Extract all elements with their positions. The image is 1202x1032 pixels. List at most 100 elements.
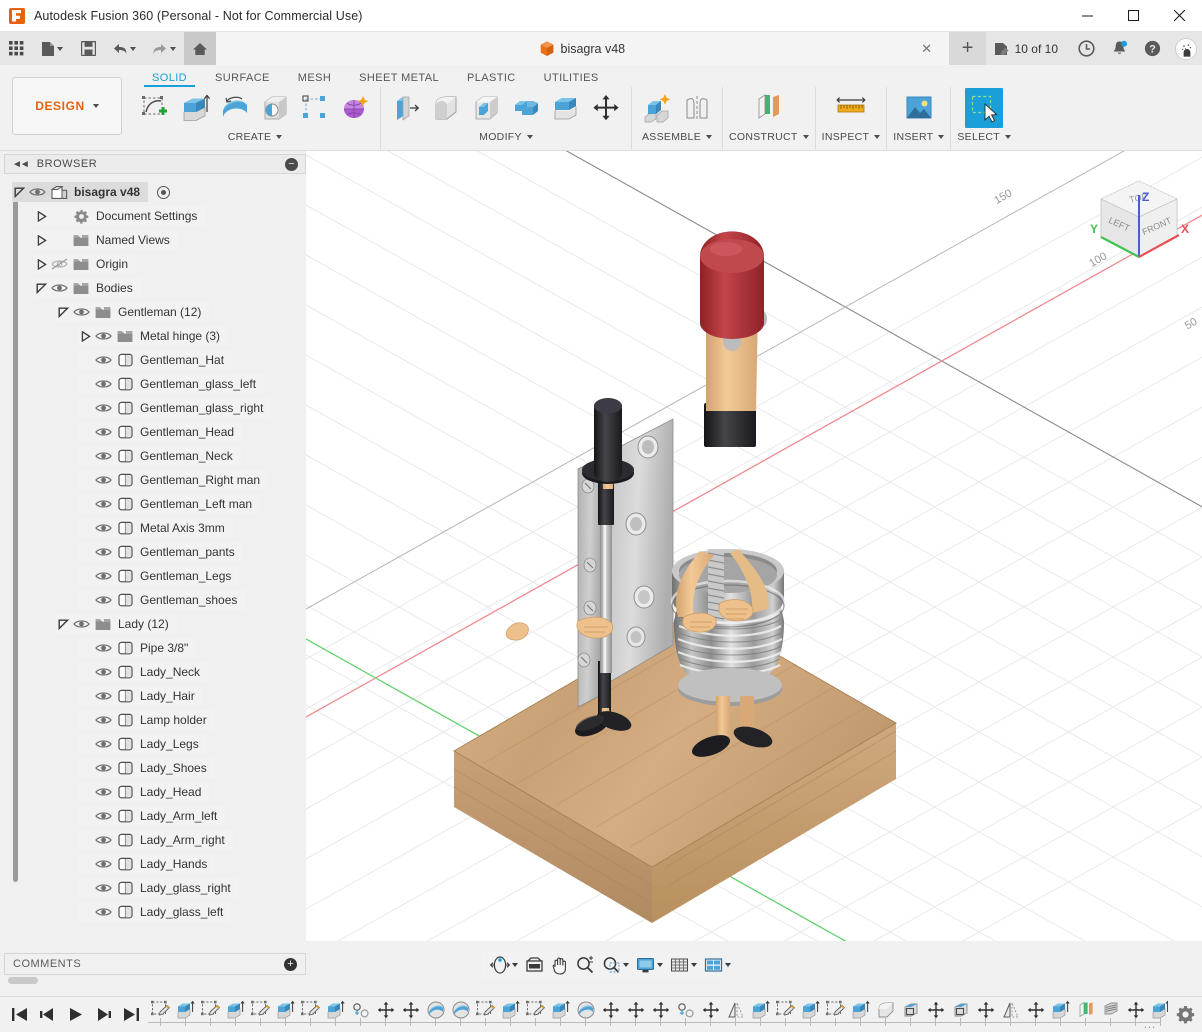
step-back-icon[interactable] (34, 1002, 60, 1028)
joint-icon[interactable] (678, 88, 716, 128)
tree-node-lady-glass-left[interactable]: Lady_glass_left (4, 900, 306, 924)
revolve-icon[interactable] (216, 88, 254, 128)
pan-hand-icon[interactable] (548, 953, 572, 977)
tree-node-lady-legs[interactable]: Lady_Legs (4, 732, 306, 756)
tree-node-lady-hands[interactable]: Lady_Hands (4, 852, 306, 876)
new-tab-button[interactable]: + (950, 32, 986, 65)
tree-node-lady-12[interactable]: Lady (12) (4, 612, 306, 636)
rectangular-pattern-icon[interactable] (296, 88, 334, 128)
select-window-icon[interactable] (965, 88, 1003, 128)
tab-surface[interactable]: SURFACE (201, 72, 284, 87)
tree-node-gentleman-left-man[interactable]: Gentleman_Left man (4, 492, 306, 516)
home-icon[interactable] (184, 32, 216, 65)
hole-icon[interactable] (256, 88, 294, 128)
tree-node-gentleman-12[interactable]: Gentleman (12) (4, 300, 306, 324)
go-to-beginning-icon[interactable] (6, 1002, 32, 1028)
tree-node-metal-hinge-3[interactable]: Metal hinge (3) (4, 324, 306, 348)
tree-node-lady-arm-left[interactable]: Lady_Arm_left (4, 804, 306, 828)
close-button[interactable] (1156, 0, 1202, 32)
move-copy-icon[interactable] (587, 88, 625, 128)
eye-icon[interactable] (92, 330, 114, 342)
minimize-button[interactable] (1064, 0, 1110, 32)
eye-icon[interactable] (92, 450, 114, 462)
tree-node-lady-glass-right[interactable]: Lady_glass_right (4, 876, 306, 900)
plus-circle-icon[interactable]: + (284, 958, 297, 971)
collapsed-arrow-icon[interactable] (34, 254, 48, 274)
eye-icon[interactable] (92, 786, 114, 798)
active-component-radio[interactable] (157, 186, 170, 199)
zoom-icon[interactable] (573, 953, 598, 977)
redo-arrow-icon[interactable] (144, 32, 184, 65)
expanded-arrow-icon[interactable] (56, 614, 70, 634)
tree-node-gentleman-legs[interactable]: Gentleman_Legs (4, 564, 306, 588)
tab-plastic[interactable]: PLASTIC (453, 72, 530, 87)
collapsed-arrow-icon[interactable] (34, 206, 48, 226)
expanded-arrow-icon[interactable] (56, 302, 70, 322)
panel-title-inspect[interactable]: INSPECT (822, 129, 881, 145)
step-forward-icon[interactable] (90, 1002, 116, 1028)
tree-node-lady-hair[interactable]: Lady_Hair (4, 684, 306, 708)
timeline-track[interactable]: ... (148, 997, 1168, 1032)
tab-solid[interactable]: SOLID (138, 72, 201, 87)
tree-node-gentleman-glass-right[interactable]: Gentleman_glass_right (4, 396, 306, 420)
tree-node-gentleman-glass-left[interactable]: Gentleman_glass_left (4, 372, 306, 396)
fillet-icon[interactable] (427, 88, 465, 128)
version-indicator[interactable]: 10 of 10 (986, 32, 1070, 65)
eye-icon[interactable] (92, 834, 114, 846)
play-forward-icon[interactable] (62, 1002, 88, 1028)
panel-title-create[interactable]: CREATE (228, 129, 283, 145)
eye-icon[interactable] (92, 474, 114, 486)
maximize-button[interactable] (1110, 0, 1156, 32)
display-settings-icon[interactable] (633, 953, 666, 977)
tab-sheet-metal[interactable]: SHEET METAL (345, 72, 453, 87)
form-icon[interactable] (336, 88, 374, 128)
save-icon[interactable] (72, 32, 104, 65)
document-tab-bisagra[interactable]: bisagra v48 ✕ (216, 32, 950, 65)
help-question-icon[interactable]: ? (1136, 32, 1169, 65)
eye-icon[interactable] (92, 426, 114, 438)
minus-circle-icon[interactable]: − (285, 158, 298, 171)
new-file-icon[interactable] (32, 32, 72, 65)
job-status-clock-icon[interactable] (1070, 32, 1103, 65)
combine-icon[interactable] (507, 88, 545, 128)
tree-node-lamp-holder[interactable]: Lamp holder (4, 708, 306, 732)
tree-node-gentleman-shoes[interactable]: Gentleman_shoes (4, 588, 306, 612)
view-cube[interactable]: TOP LEFT FRONT Z Y X (1084, 165, 1194, 275)
go-to-end-icon[interactable] (118, 1002, 144, 1028)
panel-title-construct[interactable]: CONSTRUCT (729, 129, 809, 145)
app-grid-icon[interactable] (0, 32, 32, 65)
tab-utilities[interactable]: UTILITIES (530, 72, 613, 87)
close-icon[interactable]: ✕ (919, 41, 935, 57)
undo-arrow-icon[interactable] (104, 32, 144, 65)
tree-node-named-views[interactable]: Named Views (4, 228, 306, 252)
expanded-arrow-icon[interactable] (34, 278, 48, 298)
new-component-icon[interactable] (638, 88, 676, 128)
tree-node-bisagra-v48[interactable]: bisagra v48 (4, 180, 306, 204)
collapse-left-icon[interactable]: ◄◄ (12, 159, 28, 170)
tree-node-lady-arm-right[interactable]: Lady_Arm_right (4, 828, 306, 852)
browser-horizontal-scrollbar[interactable] (8, 977, 38, 984)
construct-plane-icon[interactable] (750, 88, 788, 128)
tree-node-bodies[interactable]: Bodies (4, 276, 306, 300)
grid-snaps-icon[interactable] (667, 953, 700, 977)
panel-title-select[interactable]: SELECT (957, 129, 1011, 145)
tree-node-lady-shoes[interactable]: Lady_Shoes (4, 756, 306, 780)
look-at-icon[interactable] (522, 953, 547, 977)
tree-node-gentleman-hat[interactable]: Gentleman_Hat (4, 348, 306, 372)
eye-icon[interactable] (92, 762, 114, 774)
eye-icon[interactable] (92, 714, 114, 726)
eye-icon[interactable] (92, 402, 114, 414)
eye-icon[interactable] (92, 354, 114, 366)
eye-icon[interactable] (92, 858, 114, 870)
panel-title-insert[interactable]: INSERT (893, 129, 944, 145)
orbit-icon[interactable] (487, 953, 521, 977)
press-pull-icon[interactable] (387, 88, 425, 128)
tree-node-metal-axis-3mm[interactable]: Metal Axis 3mm (4, 516, 306, 540)
tree-node-gentleman-pants[interactable]: Gentleman_pants (4, 540, 306, 564)
measure-ruler-icon[interactable] (832, 88, 870, 128)
eye-icon[interactable] (92, 810, 114, 822)
eye-icon[interactable] (92, 498, 114, 510)
fit-icon[interactable] (599, 953, 632, 977)
shell-icon[interactable] (467, 88, 505, 128)
collapsed-arrow-icon[interactable] (34, 230, 48, 250)
